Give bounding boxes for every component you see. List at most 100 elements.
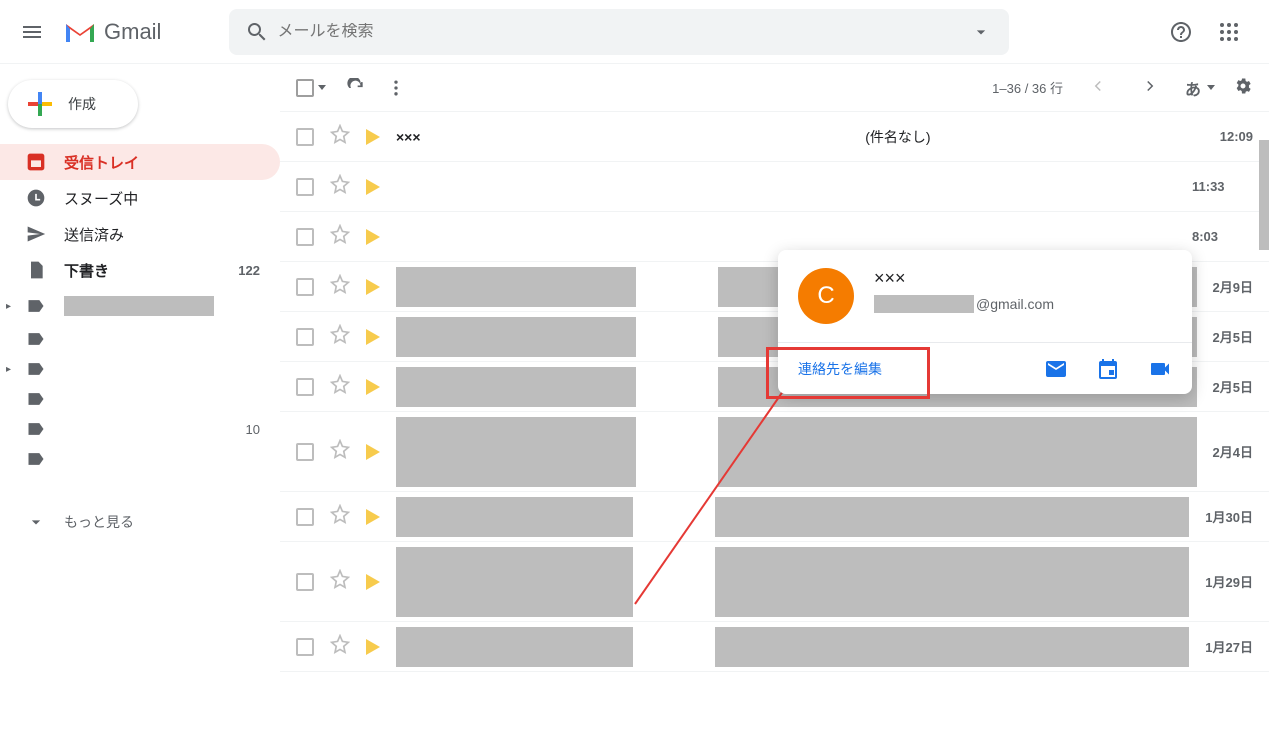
pagination-range: 1–36 / 36 行	[992, 78, 1063, 97]
label-icon	[26, 359, 46, 379]
nav-label: もっと見る	[64, 512, 134, 532]
nav-sent[interactable]: 送信済み	[0, 216, 280, 252]
importance-marker[interactable]	[366, 574, 380, 590]
star-icon	[330, 439, 350, 459]
nav-snoozed[interactable]: スヌーズ中	[0, 180, 280, 216]
search-bar[interactable]	[229, 9, 1009, 55]
input-method-button[interactable]: あ	[1185, 76, 1215, 100]
star-button[interactable]	[330, 569, 350, 594]
row-date: 2月5日	[1213, 377, 1253, 396]
video-icon[interactable]	[1148, 357, 1172, 381]
importance-marker[interactable]	[366, 229, 380, 245]
header: Gmail	[0, 0, 1269, 64]
star-button[interactable]	[330, 634, 350, 659]
row-subject: (件名なし)	[592, 127, 1204, 147]
importance-marker[interactable]	[366, 129, 380, 145]
star-icon	[330, 504, 350, 524]
email-icon[interactable]	[1044, 357, 1068, 381]
help-button[interactable]	[1161, 12, 1201, 52]
row-checkbox[interactable]	[296, 278, 314, 296]
apps-button[interactable]	[1209, 12, 1249, 52]
star-button[interactable]	[330, 274, 350, 299]
redacted-content	[715, 547, 1189, 617]
nav-label-item[interactable]: ▸	[0, 354, 280, 384]
nav-label-item[interactable]: ▸	[0, 288, 280, 324]
message-row[interactable]: 11:33	[280, 162, 1269, 212]
message-row[interactable]: 1月29日	[280, 542, 1269, 622]
row-date: 1月29日	[1205, 572, 1253, 591]
star-button[interactable]	[330, 174, 350, 199]
row-sender: ×××	[396, 129, 576, 145]
refresh-button[interactable]	[346, 78, 366, 98]
scrollbar-thumb[interactable]	[1259, 140, 1269, 250]
nav-inbox[interactable]: 受信トレイ	[0, 144, 280, 180]
contact-name: ×××	[874, 268, 1054, 289]
row-checkbox[interactable]	[296, 228, 314, 246]
importance-marker[interactable]	[366, 179, 380, 195]
row-date: 2月4日	[1213, 442, 1253, 461]
search-input[interactable]	[277, 23, 961, 41]
star-button[interactable]	[330, 374, 350, 399]
nav-count: 10	[246, 422, 268, 437]
redacted-content	[396, 547, 633, 617]
chevron-down-icon	[26, 512, 46, 532]
importance-marker[interactable]	[366, 639, 380, 655]
nav-label-item[interactable]	[0, 444, 280, 474]
inbox-icon	[26, 152, 46, 172]
redacted-content	[715, 627, 1189, 667]
message-row[interactable]: 2月4日	[280, 412, 1269, 492]
search-options-dropdown[interactable]	[961, 22, 1001, 42]
row-checkbox[interactable]	[296, 443, 314, 461]
message-row[interactable]: 1月27日	[280, 622, 1269, 672]
importance-marker[interactable]	[366, 444, 380, 460]
row-checkbox[interactable]	[296, 128, 314, 146]
calendar-icon[interactable]	[1096, 357, 1120, 381]
checkbox-icon	[296, 79, 314, 97]
row-checkbox[interactable]	[296, 573, 314, 591]
nav-label-item[interactable]: 10	[0, 414, 280, 444]
nav-label-item[interactable]	[0, 324, 280, 354]
star-button[interactable]	[330, 324, 350, 349]
star-icon	[330, 124, 350, 144]
row-checkbox[interactable]	[296, 508, 314, 526]
message-list: ××× (件名なし) 12:09 11:33 8:03	[280, 112, 1269, 731]
redacted-label	[64, 296, 214, 316]
send-icon	[26, 224, 46, 244]
label-icon	[26, 296, 46, 316]
redacted-content	[396, 267, 636, 307]
star-button[interactable]	[330, 439, 350, 464]
star-button[interactable]	[330, 224, 350, 249]
help-icon	[1169, 20, 1193, 44]
importance-marker[interactable]	[366, 329, 380, 345]
message-row[interactable]: 1月30日	[280, 492, 1269, 542]
next-page-button[interactable]	[1133, 69, 1167, 106]
row-checkbox[interactable]	[296, 328, 314, 346]
star-button[interactable]	[330, 504, 350, 529]
prev-page-button[interactable]	[1081, 69, 1115, 106]
importance-marker[interactable]	[366, 509, 380, 525]
row-date: 12:09	[1220, 129, 1253, 144]
importance-marker[interactable]	[366, 379, 380, 395]
nav-label: スヌーズ中	[64, 188, 138, 209]
select-all-checkbox[interactable]	[296, 79, 326, 97]
main-menu-button[interactable]	[8, 8, 56, 56]
label-icon	[26, 389, 46, 409]
compose-button[interactable]: 作成	[8, 80, 138, 128]
message-row[interactable]: ××× (件名なし) 12:09	[280, 112, 1269, 162]
star-button[interactable]	[330, 124, 350, 149]
settings-button[interactable]	[1233, 76, 1253, 99]
row-checkbox[interactable]	[296, 178, 314, 196]
nav-drafts[interactable]: 下書き 122	[0, 252, 280, 288]
nav-label-item[interactable]	[0, 384, 280, 414]
importance-marker[interactable]	[366, 279, 380, 295]
contact-email: @gmail.com	[874, 295, 1054, 313]
row-checkbox[interactable]	[296, 638, 314, 656]
main-pane: 1–36 / 36 行 あ ××× (件名なし) 12:09	[280, 64, 1269, 731]
logo[interactable]: Gmail	[56, 19, 169, 45]
nav-more[interactable]: もっと見る	[0, 504, 280, 540]
search-icon[interactable]	[237, 20, 277, 44]
row-checkbox[interactable]	[296, 378, 314, 396]
edit-contact-link[interactable]: 連絡先を編集	[798, 359, 882, 379]
label-icon	[26, 449, 46, 469]
more-button[interactable]	[386, 78, 406, 98]
